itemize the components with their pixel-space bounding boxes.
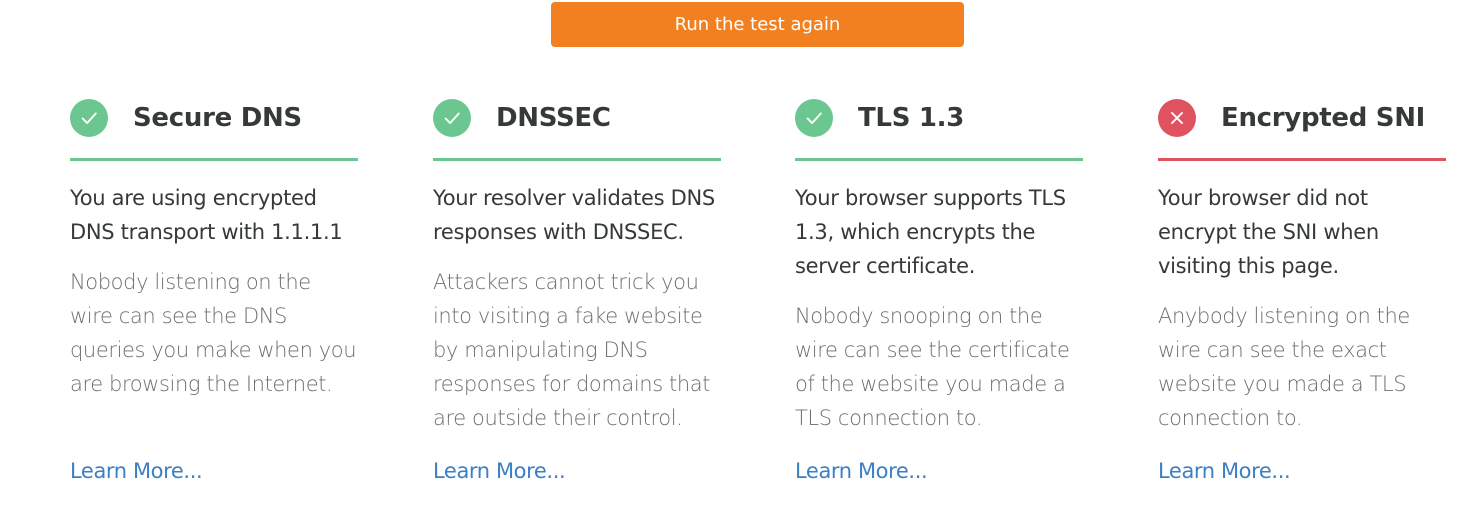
card-lead-text: Your browser supports TLS 1.3, which enc… <box>795 186 1066 278</box>
check-icon <box>433 98 471 137</box>
card-detail-text: Nobody listening on the wire can see the… <box>70 270 357 396</box>
card-title: DNSSEC <box>496 102 611 133</box>
card-title: Secure DNS <box>133 102 302 133</box>
card-encrypted-sni: Encrypted SNI Your browser did not encry… <box>1158 93 1446 435</box>
card-lead-text: Your resolver validates DNS responses wi… <box>433 186 715 244</box>
x-icon <box>1158 98 1196 137</box>
learn-more-link[interactable]: Learn More... <box>433 459 566 483</box>
card-detail-text: Anybody listening on the wire can see th… <box>1158 304 1410 430</box>
run-test-again-button[interactable]: Run the test again <box>551 2 964 47</box>
card-header: Encrypted SNI <box>1158 93 1446 161</box>
learn-more-link[interactable]: Learn More... <box>1158 459 1291 483</box>
card-lead-text: You are using encrypted DNS transport wi… <box>70 186 343 244</box>
card-lead-text: Your browser did not encrypt the SNI whe… <box>1158 186 1379 278</box>
card-header: DNSSEC <box>433 93 721 161</box>
card-tls-1-3: TLS 1.3 Your browser supports TLS 1.3, w… <box>795 93 1083 435</box>
check-icon <box>70 98 108 137</box>
card-title: TLS 1.3 <box>858 102 965 133</box>
card-header: TLS 1.3 <box>795 93 1083 161</box>
card-dnssec: DNSSEC Your resolver validates DNS respo… <box>433 93 721 435</box>
card-header: Secure DNS <box>70 93 358 161</box>
card-detail-text: Attackers cannot trick you into visiting… <box>433 270 711 430</box>
card-detail-text: Nobody snooping on the wire can see the … <box>795 304 1070 430</box>
check-icon <box>795 98 833 137</box>
card-title: Encrypted SNI <box>1221 102 1426 133</box>
card-secure-dns: Secure DNS You are using encrypted DNS t… <box>70 93 358 401</box>
learn-more-link[interactable]: Learn More... <box>795 459 928 483</box>
learn-more-link[interactable]: Learn More... <box>70 459 203 483</box>
